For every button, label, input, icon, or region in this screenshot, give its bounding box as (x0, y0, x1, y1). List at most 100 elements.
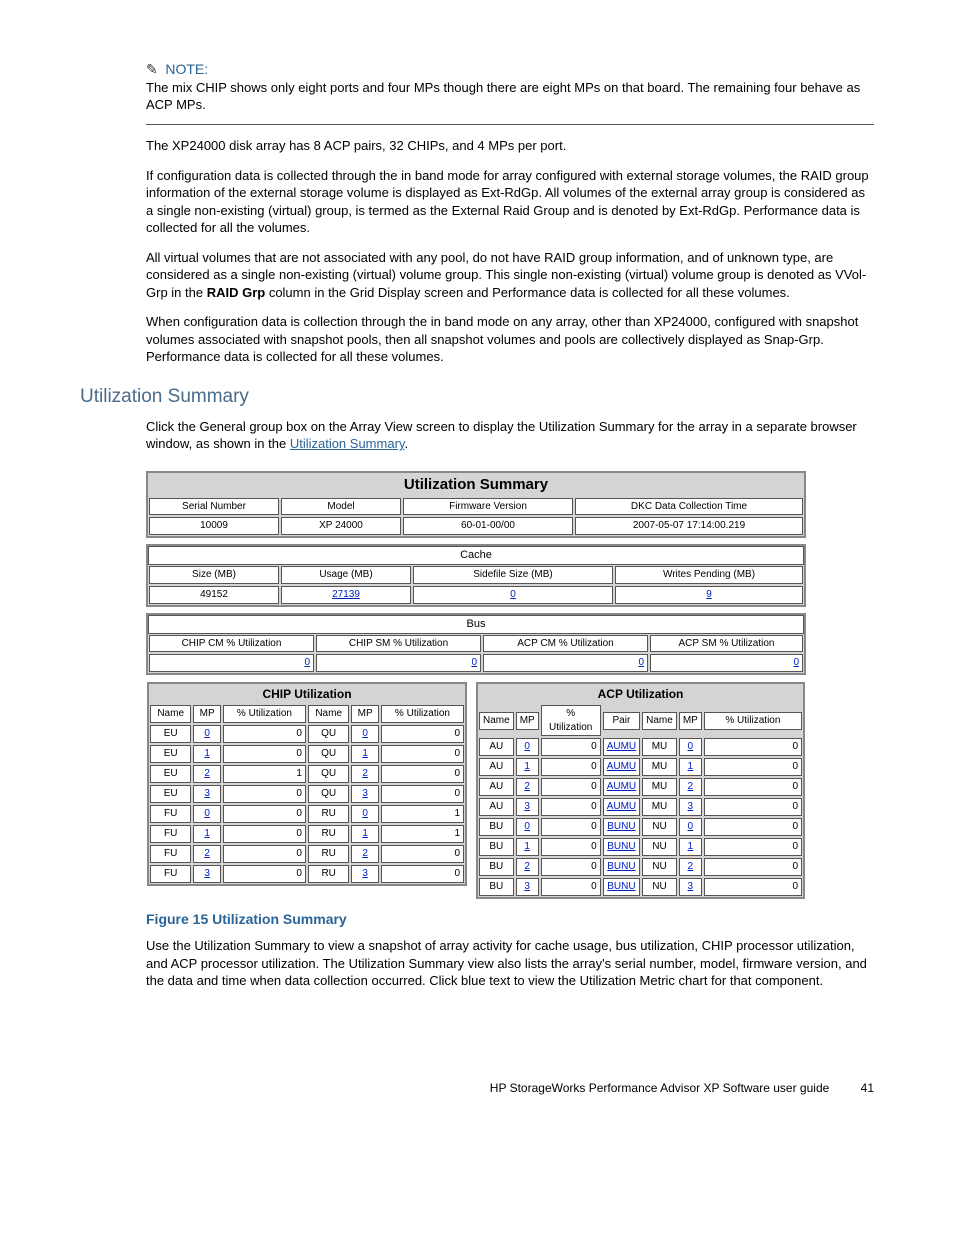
acp-util: 0 (541, 818, 601, 836)
paragraph-3: All virtual volumes that are not associa… (146, 249, 874, 302)
chip-row: FU20RU20 (149, 844, 465, 864)
acp-name: AU (479, 758, 514, 776)
acp-name: NU (642, 838, 677, 856)
acp-mp-link[interactable]: 3 (688, 881, 694, 892)
acp-mp-link[interactable]: 1 (688, 841, 694, 852)
paragraph-6: Use the Utilization Summary to view a sn… (146, 937, 874, 990)
paragraph-1: The XP24000 disk array has 8 ACP pairs, … (146, 137, 874, 155)
acp-name: NU (642, 878, 677, 896)
acp-row: BU00BUNUNU00 (478, 817, 803, 837)
acp-util: 0 (704, 838, 802, 856)
val-serial: 10009 (149, 517, 279, 535)
chip-mp-link[interactable]: 0 (362, 728, 368, 739)
acp-util: 0 (704, 818, 802, 836)
acp-pair-link[interactable]: BUNU (607, 881, 635, 892)
chip-name: FU (150, 865, 191, 883)
acp-mp-link[interactable]: 0 (688, 821, 694, 832)
chip-mp-link[interactable]: 1 (204, 828, 210, 839)
summary-title: Utilization Summary (148, 473, 804, 497)
chip-mp-link[interactable]: 0 (204, 808, 210, 819)
chip-mp-link[interactable]: 2 (362, 848, 368, 859)
acp-name: BU (479, 858, 514, 876)
acp-pair-link[interactable]: AUMU (607, 781, 636, 792)
utilization-summary-link[interactable]: Utilization Summary (290, 436, 405, 451)
acp-pair-link[interactable]: AUMU (607, 801, 636, 812)
acp-hdr-util-l: % Utilization (541, 705, 601, 736)
chip-mp-link[interactable]: 2 (204, 848, 210, 859)
acp-mp-link[interactable]: 3 (524, 881, 530, 892)
chip-row: EU00QU00 (149, 724, 465, 744)
acp-mp-link[interactable]: 1 (524, 841, 530, 852)
bus-val-2-link[interactable]: 0 (638, 657, 644, 668)
acp-mp-link[interactable]: 2 (524, 861, 530, 872)
bus-hdr-0: CHIP CM % Utilization (149, 635, 314, 653)
acp-mp-link[interactable]: 0 (688, 741, 694, 752)
chip-mp-link[interactable]: 0 (362, 808, 368, 819)
chip-mp-link[interactable]: 3 (362, 788, 368, 799)
paragraph-5: Click the General group box on the Array… (146, 418, 874, 453)
chip-name: RU (308, 845, 349, 863)
acp-pair-link[interactable]: AUMU (607, 741, 636, 752)
chip-name: QU (308, 745, 349, 763)
chip-util: 0 (223, 805, 306, 823)
acp-util: 0 (541, 738, 601, 756)
chip-mp-link[interactable]: 1 (362, 828, 368, 839)
chip-util: 0 (223, 865, 306, 883)
bus-val-1-link[interactable]: 0 (471, 657, 477, 668)
acp-hdr-pair: Pair (603, 712, 640, 730)
cache-val-sidefile-link[interactable]: 0 (510, 589, 516, 600)
acp-util: 0 (704, 778, 802, 796)
acp-pair-link[interactable]: BUNU (607, 821, 635, 832)
acp-mp-link[interactable]: 2 (688, 861, 694, 872)
chip-row: FU10RU11 (149, 824, 465, 844)
paragraph-2: If configuration data is collected throu… (146, 167, 874, 237)
cache-box: Cache Size (MB) Usage (MB) Sidefile Size… (146, 544, 806, 606)
acp-mp-link[interactable]: 0 (524, 821, 530, 832)
hdr-time: DKC Data Collection Time (575, 498, 803, 516)
acp-mp-link[interactable]: 3 (524, 801, 530, 812)
acp-hdr-name-r: Name (642, 712, 677, 730)
acp-name: MU (642, 758, 677, 776)
acp-mp-link[interactable]: 2 (688, 781, 694, 792)
acp-pair-link[interactable]: BUNU (607, 861, 635, 872)
chip-util: 0 (381, 725, 464, 743)
cache-val-writes-link[interactable]: 9 (706, 589, 712, 600)
acp-mp-link[interactable]: 1 (688, 761, 694, 772)
chip-hdr-name-r: Name (308, 705, 349, 723)
chip-mp-link[interactable]: 3 (204, 788, 210, 799)
chip-row: EU10QU10 (149, 744, 465, 764)
acp-row: BU10BUNUNU10 (478, 837, 803, 857)
para5-b: . (404, 436, 408, 451)
acp-mp-link[interactable]: 2 (524, 781, 530, 792)
acp-name: AU (479, 778, 514, 796)
bus-hdr-3: ACP SM % Utilization (650, 635, 803, 653)
chip-mp-link[interactable]: 3 (204, 868, 210, 879)
acp-pair-link[interactable]: AUMU (607, 761, 636, 772)
val-model: XP 24000 (281, 517, 401, 535)
acp-name: AU (479, 798, 514, 816)
chip-name: QU (308, 765, 349, 783)
summary-top-box: Utilization Summary Serial Number Model … (146, 471, 806, 539)
acp-mp-link[interactable]: 1 (524, 761, 530, 772)
acp-util: 0 (704, 798, 802, 816)
acp-mp-link[interactable]: 0 (524, 741, 530, 752)
chip-util: 0 (381, 785, 464, 803)
cache-val-size: 49152 (149, 586, 279, 604)
chip-name: RU (308, 865, 349, 883)
chip-mp-link[interactable]: 3 (362, 868, 368, 879)
chip-name: QU (308, 725, 349, 743)
chip-mp-link[interactable]: 1 (362, 748, 368, 759)
chip-mp-link[interactable]: 2 (362, 768, 368, 779)
acp-mp-link[interactable]: 3 (688, 801, 694, 812)
cache-val-usage-link[interactable]: 27139 (332, 589, 360, 600)
bus-val-0-link[interactable]: 0 (304, 657, 310, 668)
chip-mp-link[interactable]: 0 (204, 728, 210, 739)
hdr-serial: Serial Number (149, 498, 279, 516)
chip-util: 0 (381, 745, 464, 763)
acp-pair-link[interactable]: BUNU (607, 841, 635, 852)
acp-utilization-table: ACP Utilization Name MP % Utilization Pa… (476, 682, 805, 899)
bus-val-3-link[interactable]: 0 (793, 657, 799, 668)
chip-mp-link[interactable]: 1 (204, 748, 210, 759)
acp-name: BU (479, 838, 514, 856)
chip-mp-link[interactable]: 2 (204, 768, 210, 779)
